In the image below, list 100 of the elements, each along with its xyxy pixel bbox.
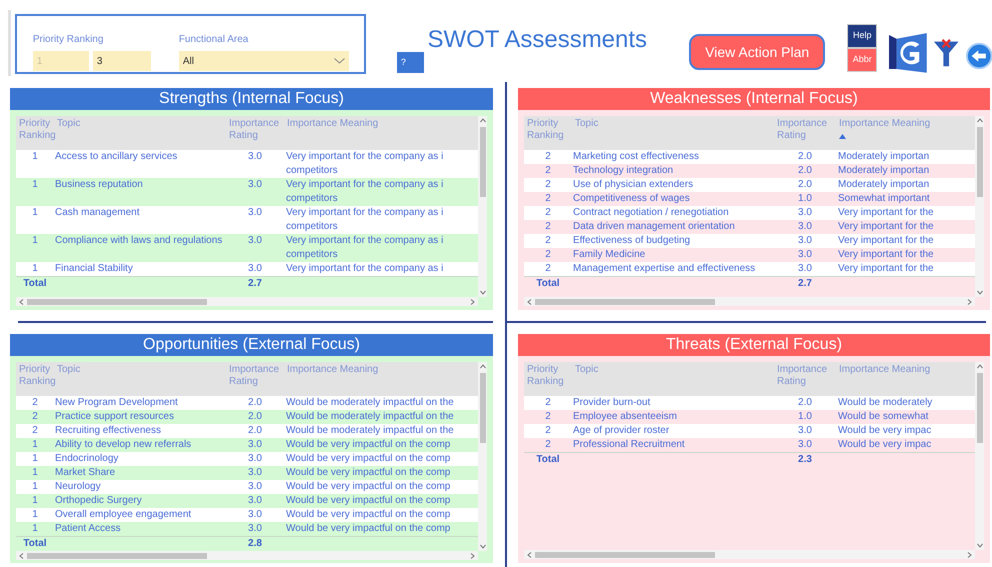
table-cell-text: Very important for the company as i <box>286 178 444 192</box>
functional-area-dropdown[interactable]: All <box>178 51 349 71</box>
table-cell-text: Compliance with laws and regulations <box>54 234 224 248</box>
column-header[interactable]: Importance Meaning <box>284 116 478 150</box>
table-cell-text: 3.0 <box>247 466 263 480</box>
scrollbar-thumb[interactable] <box>480 373 486 443</box>
chevron-down-icon[interactable] <box>976 543 982 548</box>
column-header[interactable]: Importance Rating <box>774 362 836 396</box>
chevron-up-icon[interactable] <box>976 364 982 369</box>
table-row[interactable]: 1 Cash management 3.0 Very important for the company as i competitors <box>16 206 478 234</box>
vertical-scrollbar[interactable] <box>478 116 487 297</box>
horizontal-scrollbar[interactable] <box>524 550 975 559</box>
table-cell-text: 2.0 <box>247 424 263 438</box>
help-button[interactable]: Help <box>847 24 878 48</box>
column-header[interactable]: Priority Ranking <box>16 116 54 150</box>
column-header[interactable]: Importance Meaning <box>836 362 975 396</box>
vertical-scrollbar[interactable] <box>975 362 984 550</box>
chevron-down-icon[interactable] <box>976 290 982 295</box>
table-row[interactable]: 1 Overall employee engagement 3.0 Would be very impactful on the comp <box>16 508 478 522</box>
horizontal-scrollbar[interactable] <box>524 297 975 306</box>
table-cell-text: Patient Access <box>54 522 122 536</box>
range-max-field[interactable]: 3 <box>92 51 151 71</box>
table-cell-text: 2.0 <box>797 178 813 192</box>
table-cell-text: Moderately importan <box>838 150 930 164</box>
column-header[interactable]: Importance Meaning <box>836 116 975 150</box>
chevron-left-icon[interactable] <box>527 298 532 304</box>
scrollbar-thumb[interactable] <box>976 127 982 197</box>
column-header[interactable]: Importance Meaning <box>284 362 478 396</box>
table-cell-text: 1 <box>31 508 39 522</box>
horizontal-scrollbar[interactable] <box>16 551 478 560</box>
table-row[interactable]: 2 Contract negotiation / renegotiation 3.0 Very important for the <box>524 206 975 220</box>
info-button[interactable]: ? <box>396 52 424 73</box>
column-header[interactable]: Importance Rating <box>226 116 284 150</box>
table-cell-text: Would be very impactful on the comp <box>286 494 452 508</box>
table-cell-text: Very important for the <box>838 234 935 248</box>
table-row[interactable]: 1 Neurology 3.0 Would be very impactful on the comp <box>16 480 478 494</box>
table-cell-text: Would be moderately impactful on the <box>286 410 455 424</box>
table-row[interactable]: 2 New Program Development 2.0 Would be moderately impactful on the <box>16 396 478 410</box>
table-cell-text: Technology integration <box>572 164 674 178</box>
table-cell-text: 2 <box>544 164 552 178</box>
sort-ascending-icon <box>839 134 846 139</box>
column-header[interactable]: Priority Ranking <box>16 362 54 396</box>
scrollbar-thumb[interactable] <box>27 298 207 304</box>
table-cell-text: 3.0 <box>247 150 263 164</box>
horizontal-scrollbar[interactable] <box>16 297 478 306</box>
column-header[interactable]: Importance Rating <box>226 362 284 396</box>
column-header[interactable]: Priority Ranking <box>524 362 572 396</box>
scrollbar-thumb[interactable] <box>976 373 982 443</box>
chevron-left-icon[interactable] <box>19 298 24 304</box>
table-cell-text: Management expertise and effectiveness <box>572 262 756 276</box>
column-header[interactable]: Topic <box>54 362 226 396</box>
vertical-scrollbar[interactable] <box>478 362 487 551</box>
chevron-left-icon[interactable] <box>19 552 24 558</box>
table-row[interactable]: 2 Provider burn-out 2.0 Would be moderately <box>524 396 975 410</box>
column-header[interactable]: Priority Ranking <box>524 116 572 150</box>
column-header[interactable]: Topic <box>572 116 774 150</box>
table-row[interactable]: 2 Age of provider roster 3.0 Would be very impac <box>524 424 975 438</box>
table-row[interactable]: 2 Effectiveness of budgeting 3.0 Very important for the <box>524 234 975 248</box>
chevron-right-icon[interactable] <box>967 298 972 304</box>
chevron-up-icon[interactable] <box>480 118 486 123</box>
table-cell-text: 2 <box>544 178 552 192</box>
chevron-right-icon[interactable] <box>470 298 475 304</box>
table-cell-text: 3.0 <box>797 234 813 248</box>
column-header[interactable]: Topic <box>572 362 774 396</box>
table-cell-text: 2.0 <box>797 396 813 410</box>
table-cell-text: 2 <box>31 410 39 424</box>
table-row[interactable]: 2 Marketing cost effectiveness 2.0 Moderately importan <box>524 150 975 164</box>
table-cell-text: New Program Development <box>54 396 179 410</box>
panel-title: Opportunities (External Focus) <box>10 334 493 356</box>
table-cell-text: 2 <box>544 396 552 410</box>
table-cell-text: 1 <box>31 178 39 192</box>
abbr-button[interactable]: Abbr <box>847 48 878 72</box>
table-cell-text: Would be very impactful on the comp <box>286 522 452 536</box>
chevron-right-icon[interactable] <box>967 552 972 558</box>
table-cell-text: Neurology <box>54 480 102 494</box>
scrollbar-thumb[interactable] <box>535 298 715 304</box>
scrollbar-thumb[interactable] <box>535 552 715 558</box>
logo-icon[interactable] <box>889 30 928 74</box>
table-row[interactable]: 1 Financial Stability 3.0 Very important for the company as i <box>16 262 478 276</box>
chevron-up-icon[interactable] <box>480 364 486 369</box>
clear-filter-icon[interactable] <box>933 38 960 68</box>
table-cell-text: 3.0 <box>797 248 813 262</box>
vertical-scrollbar[interactable] <box>975 116 984 297</box>
table-row[interactable]: 2 Management expertise and effectiveness 3.0 Very important for the <box>524 262 975 276</box>
chevron-down-icon <box>334 58 345 64</box>
table-row[interactable]: 2 Recruiting effectiveness 2.0 Would be moderately impactful on the <box>16 424 478 438</box>
chevron-down-icon[interactable] <box>480 290 486 295</box>
chevron-down-icon[interactable] <box>480 544 486 549</box>
view-action-plan-button[interactable]: View Action Plan <box>689 34 826 70</box>
column-header[interactable]: Topic <box>54 116 226 150</box>
table-row[interactable]: 1 Access to ancillary services 3.0 Very important for the company as i competitors <box>16 150 478 178</box>
column-header[interactable]: Importance Rating <box>774 116 836 150</box>
scrollbar-thumb[interactable] <box>27 552 207 558</box>
chevron-up-icon[interactable] <box>976 118 982 123</box>
chevron-left-icon[interactable] <box>527 552 532 558</box>
table-cell-text: Endocrinology <box>54 452 120 466</box>
chevron-right-icon[interactable] <box>470 552 475 558</box>
scrollbar-thumb[interactable] <box>480 127 486 197</box>
table-row[interactable]: 2 Use of physician extenders 2.0 Moderately importan <box>524 178 975 192</box>
table-row[interactable]: 1 Endocrinology 3.0 Would be very impactful on the comp <box>16 452 478 466</box>
